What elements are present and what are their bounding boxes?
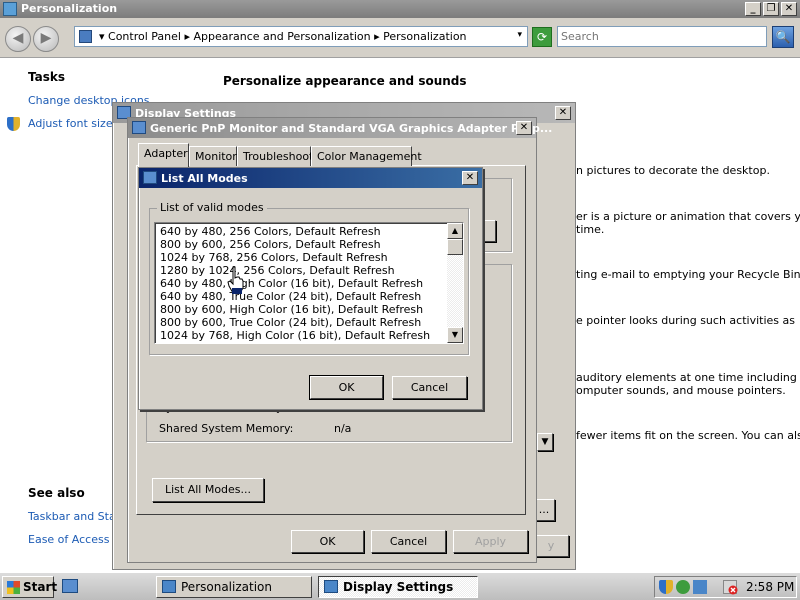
list-all-modes-button[interactable]: List All Modes...	[152, 478, 264, 502]
minimize-button[interactable]: _	[745, 2, 761, 16]
search-box[interactable]	[557, 26, 767, 47]
tab-adapter[interactable]: Adapter	[138, 143, 189, 167]
adapter-apply-button[interactable]: Apply	[453, 530, 528, 553]
screen-saver-desc-2: time.	[576, 223, 605, 236]
address-bar[interactable]: ▾ Control Panel ▸ Appearance and Persona…	[74, 26, 528, 47]
display-settings-task-icon	[324, 580, 338, 593]
shared-system-memory-value: n/a	[334, 422, 352, 435]
network-icon[interactable]	[693, 580, 707, 594]
scroll-up-button[interactable]: ▲	[447, 223, 463, 239]
personalization-icon	[3, 2, 17, 16]
forward-button[interactable]: ▶	[33, 26, 59, 52]
sounds-desc: ting e-mail to emptying your Recycle Bin…	[576, 268, 800, 281]
modes-listbox[interactable]: 640 by 480, 256 Colors, Default Refresh …	[154, 222, 464, 344]
taskbar-item-personalization[interactable]: Personalization	[156, 576, 312, 598]
list-item[interactable]: 640 by 480, 256 Colors, Default Refresh	[160, 225, 381, 238]
start-button[interactable]: Start	[2, 576, 58, 598]
maximize-button[interactable]: ❐	[763, 2, 779, 16]
list-all-modes-title: List All Modes	[161, 172, 248, 185]
personalization-task-icon	[162, 580, 176, 593]
adapter-properties-icon	[132, 121, 146, 134]
screen-saver-desc: er is a picture or animation that covers…	[576, 210, 800, 223]
list-all-modes-icon	[143, 171, 157, 184]
list-item[interactable]: 800 by 600, 256 Colors, Default Refresh	[160, 238, 381, 251]
windows-logo-icon	[7, 581, 20, 594]
close-button[interactable]: ✕	[781, 2, 797, 16]
adapter-properties-titlebar: Generic PnP Monitor and Standard VGA Gra…	[128, 118, 552, 138]
list-all-modes-titlebar: List All Modes ✕	[139, 168, 482, 188]
list-item[interactable]: 640 by 480, True Color (24 bit), Default…	[160, 290, 421, 303]
taskbar: Start Personalization Display Settings 2…	[0, 572, 800, 600]
list-item[interactable]: 1024 by 768, 256 Colors, Default Refresh	[160, 251, 388, 264]
mouse-pointers-desc: e pointer looks during such activities a…	[576, 314, 795, 327]
taskbar-item-label: Personalization	[181, 580, 272, 594]
resolution-dropdown-button[interactable]: ▼	[537, 433, 553, 451]
show-desktop-icon[interactable]	[62, 579, 78, 593]
display-settings-apply-partial[interactable]: y	[533, 535, 569, 557]
tab-monitor[interactable]: Monitor	[189, 146, 237, 166]
start-label: Start	[23, 580, 58, 594]
tasks-heading: Tasks	[28, 70, 66, 84]
list-item[interactable]: 1024 by 768, High Color (16 bit), Defaul…	[160, 329, 430, 342]
adapter-cancel-button[interactable]: Cancel	[371, 530, 446, 553]
theme-desc-2: omputer sounds, and mouse pointers.	[576, 384, 786, 397]
list-item[interactable]: 640 by 480, High Color (16 bit), Default…	[160, 277, 423, 290]
address-dropdown-icon[interactable]: ▾	[517, 30, 522, 40]
scroll-down-button[interactable]: ▼	[447, 327, 463, 343]
clock[interactable]: 2:58 PM	[746, 580, 794, 594]
hand-cursor-icon	[227, 266, 244, 294]
display-settings-close-button[interactable]: ✕	[555, 106, 571, 120]
navigation-bar: ◀ ▶ ▾ Control Panel ▸ Appearance and Per…	[0, 18, 800, 58]
adapter-ok-button[interactable]: OK	[291, 530, 364, 553]
taskbar-item-display-settings[interactable]: Display Settings	[318, 576, 478, 598]
page-heading: Personalize appearance and sounds	[223, 74, 467, 88]
system-tray: 2:58 PM	[654, 576, 797, 598]
window-title: Personalization	[21, 2, 118, 15]
modes-cancel-button[interactable]: Cancel	[392, 376, 467, 399]
search-input[interactable]	[558, 27, 766, 46]
ease-of-access-link[interactable]: Ease of Access	[28, 533, 109, 546]
breadcrumb[interactable]: ▾ Control Panel ▸ Appearance and Persona…	[99, 30, 467, 43]
theme-desc: auditory elements at one time including …	[576, 371, 800, 384]
list-item[interactable]: 800 by 600, True Color (24 bit), Default…	[160, 316, 421, 329]
desktop-background-desc: n pictures to decorate the desktop.	[576, 164, 770, 177]
security-shield-icon[interactable]	[659, 580, 673, 594]
scroll-thumb[interactable]	[447, 239, 463, 255]
list-all-modes-close-button[interactable]: ✕	[462, 171, 478, 185]
list-item[interactable]: 1280 by 1024, 256 Colors, Default Refres…	[160, 264, 395, 277]
volume-muted-icon[interactable]	[723, 580, 738, 595]
adapter-properties-close-button[interactable]: ✕	[516, 121, 532, 135]
taskbar-item-label: Display Settings	[343, 580, 454, 594]
adapter-properties-title: Generic PnP Monitor and Standard VGA Gra…	[150, 122, 553, 135]
modes-ok-button[interactable]: OK	[310, 376, 383, 399]
tab-troubleshoot[interactable]: Troubleshoot	[237, 146, 313, 166]
search-icon[interactable]: 🔍	[772, 26, 794, 48]
shared-system-memory-label: Shared System Memory:	[159, 422, 294, 435]
security-center-icon[interactable]	[676, 580, 690, 594]
list-item[interactable]: 800 by 600, High Color (16 bit), Default…	[160, 303, 423, 316]
refresh-icon[interactable]: ⟳	[532, 27, 552, 47]
see-also-heading: See also	[28, 486, 85, 500]
display-settings-desc: fewer items fit on the screen. You can a…	[576, 429, 800, 442]
valid-modes-group-label: List of valid modes	[157, 201, 267, 214]
main-window-titlebar: Personalization _ ❐ ✕	[0, 0, 800, 18]
back-button[interactable]: ◀	[5, 26, 31, 52]
control-panel-icon	[79, 30, 92, 43]
modes-scrollbar[interactable]: ▲ ▼	[447, 223, 463, 343]
uac-shield-icon	[7, 117, 20, 131]
tab-color-management[interactable]: Color Management	[311, 146, 422, 166]
